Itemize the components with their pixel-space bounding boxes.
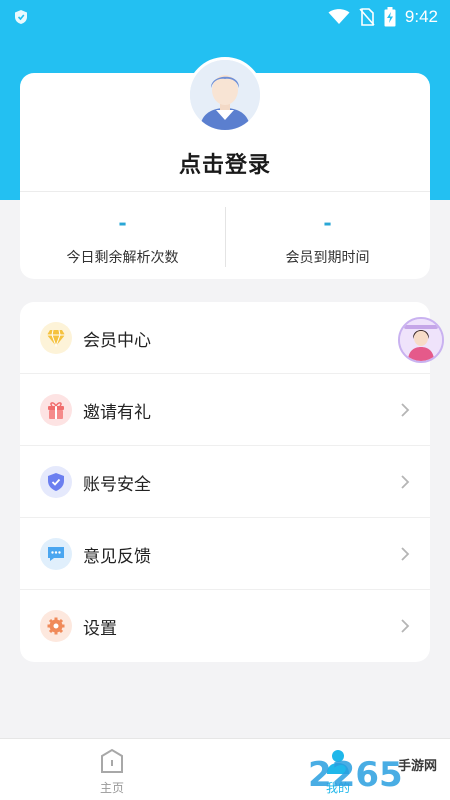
login-button[interactable]: 点击登录 xyxy=(20,147,430,179)
menu-list: 会员中心 邀请有礼 账号安全 意见反馈 设置 xyxy=(20,302,430,662)
diamond-icon xyxy=(40,322,72,354)
chevron-right-icon xyxy=(401,619,410,633)
stat-label: 会员到期时间 xyxy=(285,250,370,266)
menu-item-vip-center[interactable]: 会员中心 xyxy=(20,302,430,374)
tab-label: 主页 xyxy=(99,781,124,795)
battery-charging-icon xyxy=(384,7,396,27)
menu-item-invite-gift[interactable]: 邀请有礼 xyxy=(20,374,430,446)
shield-icon xyxy=(15,10,27,24)
membership-expiry: - 会员到期时间 xyxy=(225,191,430,279)
svg-text:2265: 2265 xyxy=(308,755,403,795)
watermark-text: 手游网 xyxy=(398,759,438,774)
floating-promo-badge[interactable] xyxy=(398,317,444,363)
promo-avatar-icon xyxy=(400,319,442,361)
menu-item-label: 账号安全 xyxy=(83,474,151,495)
gear-icon xyxy=(40,610,72,642)
home-icon xyxy=(101,748,123,773)
menu-item-account-security[interactable]: 账号安全 xyxy=(20,446,430,518)
status-time: 9:42 xyxy=(404,7,438,26)
message-icon xyxy=(40,538,72,570)
menu-item-label: 会员中心 xyxy=(83,330,151,351)
chevron-right-icon xyxy=(401,547,410,561)
menu-item-label: 邀请有礼 xyxy=(83,402,151,423)
status-bar: 9:42 xyxy=(0,0,450,34)
profile-card: 点击登录 - 今日剩余解析次数 - 会员到期时间 xyxy=(20,57,430,279)
no-sim-icon xyxy=(359,8,375,26)
shield-check-icon xyxy=(40,466,72,498)
stat-value: - xyxy=(118,211,127,235)
stat-label: 今日剩余解析次数 xyxy=(66,250,179,266)
stat-divider xyxy=(225,207,226,267)
stat-value: - xyxy=(323,211,332,235)
menu-item-feedback[interactable]: 意见反馈 xyxy=(20,518,430,590)
remaining-parse-count: - 今日剩余解析次数 xyxy=(20,191,225,279)
tab-home[interactable]: 主页 xyxy=(52,739,172,800)
avatar[interactable] xyxy=(187,57,263,133)
menu-item-label: 意见反馈 xyxy=(83,546,151,567)
chevron-right-icon xyxy=(401,403,410,417)
chevron-right-icon xyxy=(401,475,410,489)
menu-item-label: 设置 xyxy=(83,618,117,639)
gift-icon xyxy=(40,394,72,426)
wifi-icon xyxy=(328,9,350,24)
user-avatar-icon xyxy=(190,60,260,130)
menu-item-settings[interactable]: 设置 xyxy=(20,590,430,662)
